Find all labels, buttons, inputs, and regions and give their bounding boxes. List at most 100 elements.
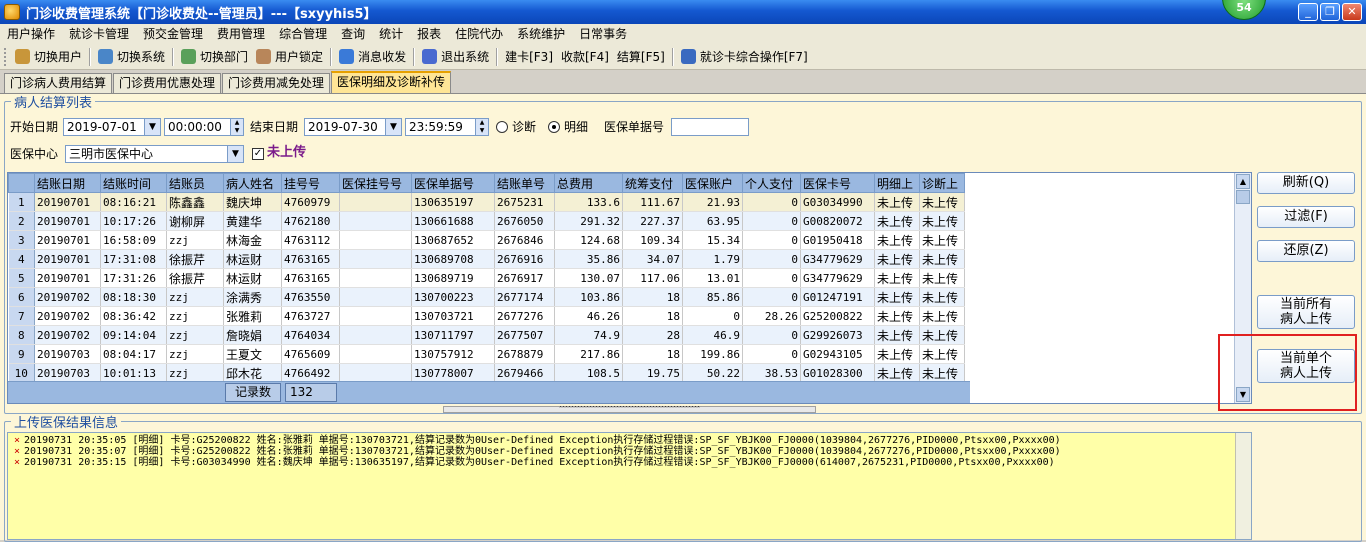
column-header[interactable]: 明细上 [874,173,920,193]
column-header[interactable]: 结账单号 [494,173,555,193]
end-date-picker[interactable]: 2019-07-30 ▼ [304,118,402,136]
table-cell: 0 [742,287,801,307]
start-time-input[interactable]: 00:00:00 ▲ ▼ [164,118,244,136]
menu-item-8[interactable]: 住院代办 [448,24,510,44]
table-cell: 38.53 [742,363,801,383]
menu-item-6[interactable]: 统计 [372,24,410,44]
scroll-thumb[interactable] [1236,190,1250,204]
table-cell: zzj [166,287,224,307]
scroll-up-icon[interactable]: ▲ [1236,174,1250,189]
toolbar-button-7[interactable]: 收款[F4] [557,46,613,68]
table-cell: 2676916 [494,249,555,269]
column-header[interactable]: 诊断上 [919,173,965,193]
toolbar-button-8[interactable]: 结算[F5] [613,46,669,68]
end-date-label: 结束日期 [250,120,299,134]
table-row[interactable]: 3 20190701 16:58:09 zzj 林海金 4763112 130687652 2… [8,230,965,250]
table-cell: 46.9 [682,325,743,345]
tab-1[interactable]: 门诊费用优惠处理 [113,73,222,93]
table-cell: 2 [8,211,35,231]
toolbar-button-9[interactable]: 就诊卡综合操作[F7] [677,46,812,68]
table-row[interactable]: 10 20190703 10:01:13 zzj 邱木花 4766492 130778007… [8,363,965,383]
dropdown-arrow-icon[interactable]: ▼ [144,119,160,135]
bill-no-input[interactable] [671,118,749,136]
tab-0[interactable]: 门诊病人费用结算 [4,73,113,93]
spinner-icon[interactable]: ▲ ▼ [230,119,243,135]
column-header[interactable]: 个人支付 [742,173,801,193]
dropdown-arrow-icon[interactable]: ▼ [385,119,401,135]
table-cell: 130711797 [411,325,495,345]
table-row[interactable]: 4 20190701 17:31:08 徐振芹 林运财 4763165 130689708 2… [8,249,965,269]
column-header[interactable]: 结账日期 [34,173,101,193]
column-header[interactable]: 挂号号 [281,173,340,193]
filter-button[interactable]: 过滤(F) [1257,206,1355,228]
dropdown-arrow-icon[interactable]: ▼ [227,146,243,162]
toolbar-button-6[interactable]: 建卡[F3] [501,46,557,68]
table-row[interactable]: 2 20190701 10:17:26 谢柳屏 黄建华 4762180 130661688 2… [8,211,965,231]
record-count-label: 记录数 [225,383,281,402]
menu-item-10[interactable]: 日常事务 [572,24,634,44]
menu-item-5[interactable]: 查询 [334,24,372,44]
tab-3[interactable]: 医保明细及诊断补传 [331,71,452,93]
table-cell: 未上传 [874,344,920,364]
menu-item-7[interactable]: 报表 [410,24,448,44]
end-time-input[interactable]: 23:59:59 ▲ ▼ [405,118,489,136]
toolbar-button-2[interactable]: 切换部门 [177,46,252,68]
column-header[interactable]: 医保挂号号 [339,173,412,193]
menu-item-2[interactable]: 预交金管理 [136,24,210,44]
table-row[interactable]: 8 20190702 09:14:04 zzj 詹晓娟 4764034 130711797 2… [8,325,965,345]
radio-detail[interactable] [548,121,560,133]
radio-diagnosis[interactable] [496,121,508,133]
upload-log[interactable]: × 20190731 20:35:05 [明细] 卡号:G25200822 姓名:… [7,432,1252,540]
tab-2[interactable]: 门诊费用减免处理 [222,73,331,93]
toolbar-button-5[interactable]: 退出系统 [418,46,493,68]
table-row[interactable]: 6 20190702 08:18:30 zzj 涂满秀 4763550 130700223 2… [8,287,965,307]
toolbar-button-0[interactable]: 切换用户 [11,46,86,68]
menu-item-4[interactable]: 综合管理 [272,24,334,44]
column-header[interactable]: 结账时间 [100,173,167,193]
column-header[interactable]: 医保卡号 [800,173,875,193]
table-cell: 28 [622,325,683,345]
table-cell: 未上传 [874,268,920,288]
table-cell: 130689719 [411,268,495,288]
toolbar-button-3[interactable]: 用户锁定 [252,46,327,68]
column-header[interactable]: 统筹支付 [622,173,683,193]
toolbar-button-1[interactable]: 切换系统 [94,46,169,68]
table-cell: 133.6 [554,192,623,212]
column-header[interactable]: 总费用 [554,173,623,193]
menu-item-9[interactable]: 系统维护 [510,24,572,44]
spinner-icon[interactable]: ▲ ▼ [475,119,488,135]
maximize-button[interactable]: ❐ [1320,3,1340,21]
table-row[interactable]: 1 20190701 08:16:21 陈鑫鑫 魏庆坤 4760979 130635197 2… [8,192,965,212]
restore-button[interactable]: 还原(Z) [1257,240,1355,262]
table-cell: 0 [682,306,743,326]
column-header[interactable]: 医保单据号 [411,173,495,193]
table-row[interactable]: 5 20190701 17:31:26 徐振芹 林运财 4763165 130689719 2… [8,268,965,288]
table-header: 结账日期 结账时间 结账员 病人姓名 挂号号 医保挂号号 医保单据号 结账单号 总费用 统筹支付医… [8,173,965,193]
close-button[interactable]: ✕ [1342,3,1362,21]
table-cell: 4763165 [281,268,340,288]
start-date-label: 开始日期 [10,120,59,134]
table-row[interactable]: 7 20190702 08:36:42 zzj 张雅莉 4763727 130703721 2… [8,306,965,326]
column-header[interactable]: 病人姓名 [223,173,282,193]
minimize-button[interactable]: _ [1298,3,1318,21]
not-uploaded-checkbox[interactable]: ✓ [252,148,264,160]
menu-item-3[interactable]: 费用管理 [210,24,272,44]
column-header[interactable]: 结账员 [166,173,224,193]
column-header[interactable] [8,173,35,193]
menu-item-1[interactable]: 就诊卡管理 [62,24,136,44]
table-row[interactable]: 9 20190703 08:04:17 zzj 王夏文 4765609 130757912 2… [8,344,965,364]
menu-item-0[interactable]: 用户操作 [0,24,62,44]
upload-all-button[interactable]: 当前所有 病人上传 [1257,295,1355,329]
table-cell: 63.95 [682,211,743,231]
center-select[interactable]: 三明市医保中心 ▼ [65,145,244,163]
message-icon [339,49,355,64]
start-date-picker[interactable]: 2019-07-01 ▼ [63,118,161,136]
column-header[interactable]: 医保账户 [682,173,743,193]
log-scrollbar[interactable] [1235,433,1251,539]
table-cell: G34779629 [800,268,875,288]
table-cell: 08:18:30 [100,287,167,307]
table-cell: 217.86 [554,344,623,364]
refresh-button[interactable]: 刷新(Q) [1257,172,1355,194]
toolbar-button-4[interactable]: 消息收发 [335,46,410,68]
table-cell: 未上传 [874,230,920,250]
